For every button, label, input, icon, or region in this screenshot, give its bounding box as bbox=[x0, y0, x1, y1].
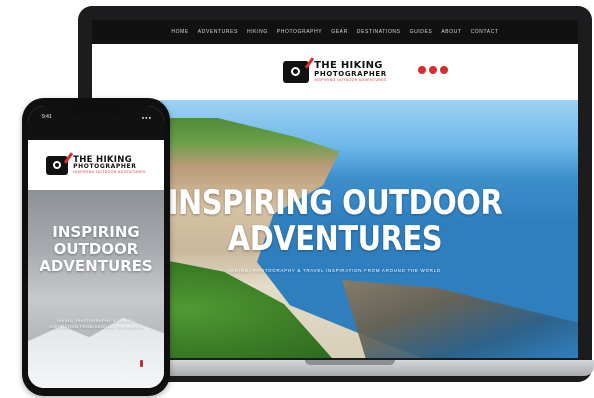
phone-hero-subtitle: Hiking, photography & travel inspiration… bbox=[48, 318, 144, 329]
nav-item-about[interactable]: About bbox=[441, 29, 461, 35]
mockup-stage: Home Adventures Hiking Photography Gear … bbox=[0, 0, 594, 398]
nav-item-hiking[interactable]: Hiking bbox=[247, 29, 268, 35]
nav-item-guides[interactable]: Guides bbox=[410, 29, 433, 35]
phone-brand-bar: THE HIKING PHOTOGRAPHER INSPIRING OUTDOO… bbox=[28, 140, 164, 190]
phone-hero-banner: INSPIRING OUTDOOR ADVENTURES Hiking, pho… bbox=[28, 190, 164, 388]
phone-frame: 9:41 ●●● THE HIKING PHOTOGRAPHER INSPIRI… bbox=[22, 98, 170, 396]
nav-item-adventures[interactable]: Adventures bbox=[198, 29, 238, 35]
phone-logo-tagline: INSPIRING OUTDOOR ADVENTURES bbox=[73, 170, 146, 174]
logo-tagline: INSPIRING OUTDOOR ADVENTURES bbox=[314, 78, 387, 83]
phone-hero-title: INSPIRING OUTDOOR ADVENTURES bbox=[28, 224, 164, 275]
phone-site-logo[interactable]: THE HIKING PHOTOGRAPHER INSPIRING OUTDOO… bbox=[46, 151, 146, 175]
top-navigation: Home Adventures Hiking Photography Gear … bbox=[92, 20, 578, 44]
nav-item-gear[interactable]: Gear bbox=[331, 29, 348, 35]
camera-logo-icon bbox=[283, 57, 315, 83]
phone-hero-title-line-1: INSPIRING bbox=[52, 223, 140, 241]
camera-logo-icon bbox=[46, 151, 74, 175]
brand-bar: THE HIKING PHOTOGRAPHER INSPIRING OUTDOO… bbox=[92, 44, 578, 100]
hero-title-line-1: INSPIRING OUTDOOR bbox=[167, 183, 503, 223]
phone-signal-icon: ●●● bbox=[141, 115, 152, 120]
phone-logo-text: THE HIKING PHOTOGRAPHER INSPIRING OUTDOO… bbox=[73, 155, 146, 175]
logo-line-2: PHOTOGRAPHER bbox=[314, 70, 387, 79]
site-logo[interactable]: THE HIKING PHOTOGRAPHER INSPIRING OUTDOO… bbox=[283, 57, 387, 83]
phone-hero-title-line-3: ADVENTURES bbox=[39, 257, 153, 275]
phone-clock: 9:41 bbox=[42, 114, 52, 120]
phone-notch bbox=[72, 106, 120, 118]
nav-item-destinations[interactable]: Destinations bbox=[357, 29, 401, 35]
hero-rocks-image bbox=[342, 280, 578, 358]
logo-text: THE HIKING PHOTOGRAPHER INSPIRING OUTDOO… bbox=[314, 61, 387, 83]
facebook-icon[interactable] bbox=[418, 66, 426, 74]
social-links bbox=[418, 66, 448, 74]
phone-screen: 9:41 ●●● THE HIKING PHOTOGRAPHER INSPIRI… bbox=[28, 106, 164, 388]
nav-item-contact[interactable]: Contact bbox=[471, 29, 499, 35]
instagram-icon[interactable] bbox=[429, 66, 437, 74]
nav-item-home[interactable]: Home bbox=[171, 29, 188, 35]
nav-item-photography[interactable]: Photography bbox=[277, 29, 322, 35]
phone-hero-title-line-2: OUTDOOR bbox=[53, 240, 139, 258]
hero-title: INSPIRING OUTDOOR ADVENTURES bbox=[128, 185, 541, 257]
hero-title-line-2: ADVENTURES bbox=[227, 219, 443, 259]
phone-hiker-figure bbox=[140, 360, 143, 367]
youtube-icon[interactable] bbox=[440, 66, 448, 74]
laptop-notch bbox=[305, 360, 395, 365]
